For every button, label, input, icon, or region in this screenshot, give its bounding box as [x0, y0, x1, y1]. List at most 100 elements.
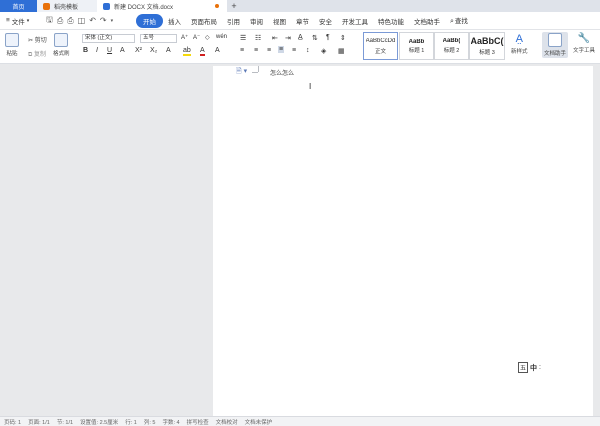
new-style-button[interactable]: A̤ 新样式	[511, 33, 528, 55]
style-heading-1-preview: AaBb	[408, 38, 425, 45]
menu-references[interactable]: 引用	[222, 14, 245, 28]
format-painter-button[interactable]: 格式刷	[53, 33, 70, 57]
menu-review[interactable]: 审阅	[245, 14, 268, 28]
chevron-down-icon: ▾	[26, 17, 30, 24]
menu-bar: ≡ 文件 ▾ 🖫 ⎙ ⎙ ◫ ↶ ↷ ▾ 开始 插入 页面布局 引用 审阅 视图…	[0, 12, 600, 30]
justify-icon[interactable]: ≡	[278, 46, 285, 53]
status-bar: 页码: 1 页面: 1/1 节: 1/1 设置值: 2.5厘米 行: 1 列: …	[0, 416, 600, 426]
style-heading-1-label: 标题 1	[408, 47, 425, 54]
status-pages: 页面: 1/1	[28, 419, 50, 426]
menu-doc-assistant[interactable]: 文档助手	[409, 14, 445, 28]
customize-icon[interactable]: ▾	[111, 18, 114, 24]
ime-indicator[interactable]: 五 中 :	[518, 362, 541, 373]
text-effect-icon[interactable]: A	[166, 47, 171, 54]
bullets-icon[interactable]: ☰	[240, 34, 246, 42]
save-icon[interactable]: 🖫	[46, 14, 53, 28]
copy-label: 复制	[33, 52, 46, 58]
char-border-icon[interactable]: A	[215, 47, 220, 54]
status-spell-check[interactable]: 拼写检查	[187, 418, 209, 426]
line-spacing-icon[interactable]: ↕	[306, 47, 310, 54]
ime-mode: 中	[530, 364, 538, 372]
menu-insert[interactable]: 插入	[163, 14, 186, 28]
phonetic-icon[interactable]: wén	[216, 34, 227, 40]
align-center-icon[interactable]: ≡	[254, 47, 258, 54]
distributed-icon[interactable]: ≡	[292, 47, 296, 54]
tab-document[interactable]: 新建 DOCX 文档.docx	[97, 0, 227, 12]
text-tools-button[interactable]: 🔧 文字工具	[573, 33, 595, 54]
ribbon: 粘贴 ✂ 剪切 ⧉ 复制 格式刷 宋体 (正文) 五号 A⁺ A⁻ ◇ wén …	[0, 30, 600, 64]
menu-security[interactable]: 安全	[314, 14, 337, 28]
shading-icon[interactable]: ◈	[321, 47, 326, 55]
search-button[interactable]: ⌕查找	[445, 13, 473, 28]
clear-format-icon[interactable]: ◇	[205, 34, 210, 41]
file-menu-button[interactable]: ≡ 文件 ▾	[0, 16, 42, 26]
paste-icon	[5, 33, 19, 47]
unsaved-dot-icon	[215, 4, 219, 8]
font-color-icon[interactable]: A	[200, 47, 205, 56]
strikethrough-icon[interactable]: A	[120, 47, 125, 54]
quick-access-toolbar: 🖫 ⎙ ⎙ ◫ ↶ ↷ ▾	[46, 14, 136, 28]
menu-chapter[interactable]: 章节	[291, 14, 314, 28]
export-icon[interactable]: ⎙	[57, 16, 63, 26]
increase-indent-icon[interactable]: ⇥	[285, 34, 291, 42]
copy-icon: ⧉	[28, 52, 33, 58]
new-style-label: 新样式	[511, 49, 528, 55]
cut-button[interactable]: ✂ 剪切	[28, 35, 47, 44]
font-size-select[interactable]: 五号	[140, 34, 177, 43]
undo-icon[interactable]: ↶	[89, 16, 96, 25]
align-right-icon[interactable]: ≡	[267, 47, 271, 54]
vertical-text-icon[interactable]: ⇕	[340, 34, 346, 42]
status-section: 节: 1/1	[56, 419, 74, 426]
style-heading-2-preview: AaBb(	[442, 38, 461, 44]
status-page-number: 页码: 1	[4, 419, 22, 426]
menu-developer[interactable]: 开发工具	[337, 14, 373, 28]
text-tools-label: 文字工具	[573, 48, 596, 54]
status-protection[interactable]: 文档未保护	[245, 418, 273, 426]
paste-label: 粘贴	[6, 51, 18, 57]
redo-icon[interactable]: ↷	[100, 16, 107, 25]
status-row: 行: 1	[125, 419, 137, 426]
menu-view[interactable]: 视图	[268, 14, 291, 28]
style-heading-1[interactable]: AaBb 标题 1	[399, 32, 434, 60]
status-proofread[interactable]: 文档校对	[216, 418, 238, 426]
font-name-select[interactable]: 宋体 (正文)	[82, 34, 135, 43]
sort-icon[interactable]: ⇅	[312, 34, 318, 42]
align-left-icon[interactable]: ≡	[240, 47, 244, 54]
menu-features[interactable]: 特色功能	[373, 14, 409, 28]
italic-icon[interactable]: I	[96, 47, 98, 54]
preview-icon[interactable]: ◫	[78, 16, 86, 25]
chinese-layout-icon[interactable]: A̲	[298, 34, 303, 41]
writer-doc-icon	[103, 2, 110, 10]
document-text[interactable]: 怎么怎么	[270, 68, 294, 77]
copy-button[interactable]: ⧉ 复制	[28, 49, 46, 59]
status-setting: 设置值: 2.5厘米	[80, 419, 119, 426]
tab-bar: 首页 稻壳模板 新建 DOCX 文档.docx +	[0, 0, 600, 12]
style-heading-3[interactable]: AaBbC( 标题 3	[469, 32, 505, 60]
new-style-icon: A̤	[515, 33, 523, 45]
paragraph-handle-icon[interactable]: 🗎 ▾	[236, 67, 247, 78]
paste-button[interactable]: 粘贴	[5, 33, 19, 57]
style-normal[interactable]: AaBbCcDd 正文	[363, 32, 398, 60]
highlight-icon[interactable]: ab	[183, 47, 191, 56]
style-heading-2[interactable]: AaBb( 标题 2	[434, 32, 469, 60]
bold-icon[interactable]: B	[83, 47, 88, 54]
print-icon[interactable]: ⎙	[67, 16, 73, 26]
shrink-font-icon[interactable]: A⁻	[193, 34, 200, 41]
ime-punctuation-icon: :	[539, 364, 541, 371]
new-tab-button[interactable]: +	[227, 0, 241, 12]
menu-page-layout[interactable]: 页面布局	[186, 14, 222, 28]
tab-home[interactable]: 首页	[0, 0, 37, 12]
doc-assistant-button[interactable]: 文档助手	[542, 32, 569, 58]
show-marks-icon[interactable]: ¶	[326, 34, 330, 41]
menu-start[interactable]: 开始	[136, 13, 163, 28]
numbering-icon[interactable]: ☷	[255, 34, 261, 42]
grow-font-icon[interactable]: A⁺	[181, 34, 188, 41]
decrease-indent-icon[interactable]: ⇤	[272, 34, 278, 42]
borders-icon[interactable]: ▦	[338, 47, 345, 55]
subscript-icon[interactable]: X₂	[150, 47, 157, 54]
cut-label: 剪切	[34, 38, 47, 44]
status-word-count[interactable]: 字数: 4	[162, 418, 179, 426]
tab-templates[interactable]: 稻壳模板	[37, 0, 97, 12]
superscript-icon[interactable]: X²	[135, 47, 142, 54]
underline-icon[interactable]: U	[107, 47, 112, 54]
